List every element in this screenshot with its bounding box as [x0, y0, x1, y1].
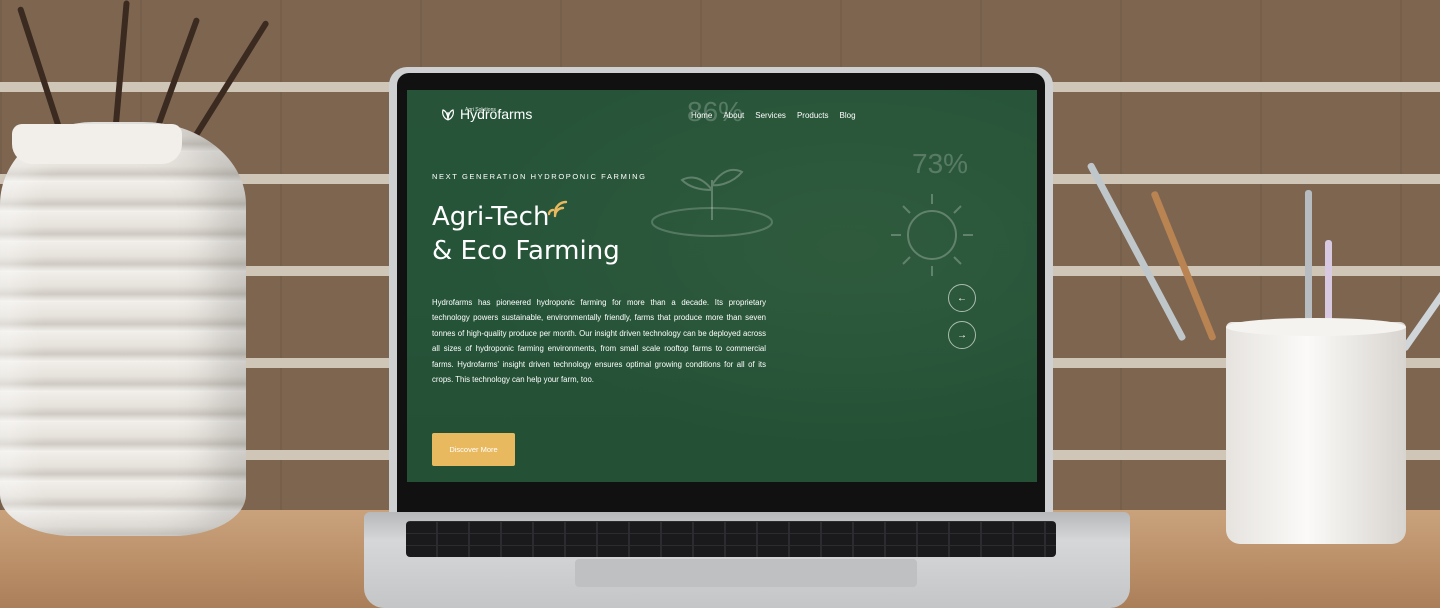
brush-cup-rim [1226, 318, 1406, 336]
nav-item-products[interactable]: Products [797, 111, 829, 120]
slider-prev-button[interactable]: ← [948, 284, 976, 312]
logo-tagline: Agri Solutions [465, 107, 496, 113]
site-nav: Hydrofarms Agri Solutions Home About Ser… [407, 90, 1037, 142]
vase [0, 122, 246, 536]
nav-item-services[interactable]: Services [755, 111, 786, 120]
signal-waves-icon [547, 200, 568, 218]
vase-neck [12, 124, 182, 164]
deco-stat: 73% [912, 148, 969, 179]
arrow-left-icon: ← [957, 292, 967, 304]
leaf-logo-icon [442, 109, 454, 121]
nav-item-about[interactable]: About [723, 111, 744, 120]
hero-title: Agri-Tech & Eco Farming [432, 200, 620, 268]
nav-item-home[interactable]: Home [691, 111, 712, 120]
laptop-keyboard [406, 521, 1056, 557]
hero-title-line-2: & Eco Farming [432, 236, 620, 266]
discover-more-button[interactable]: Discover More [432, 433, 515, 466]
slider-next-button[interactable]: → [948, 321, 976, 349]
arrow-right-icon: → [957, 329, 967, 341]
nav-item-blog[interactable]: Blog [840, 111, 856, 120]
hero-description: Hydrofarms has pioneered hydroponic farm… [432, 298, 766, 385]
website-screen: 86% 73% Hydrofarms Agri Solutions Home A… [407, 90, 1037, 482]
nav-menu: Home About Services Products Blog [691, 111, 856, 120]
hero-title-line-1: Agri-Tech [432, 202, 550, 232]
brush-cup [1226, 322, 1406, 544]
laptop-trackpad [575, 559, 917, 587]
plant-graphic-icon [651, 168, 773, 237]
hero-eyebrow: NEXT GENERATION HYDROPONIC FARMING [432, 172, 647, 181]
sun-graphic-icon [891, 194, 973, 276]
